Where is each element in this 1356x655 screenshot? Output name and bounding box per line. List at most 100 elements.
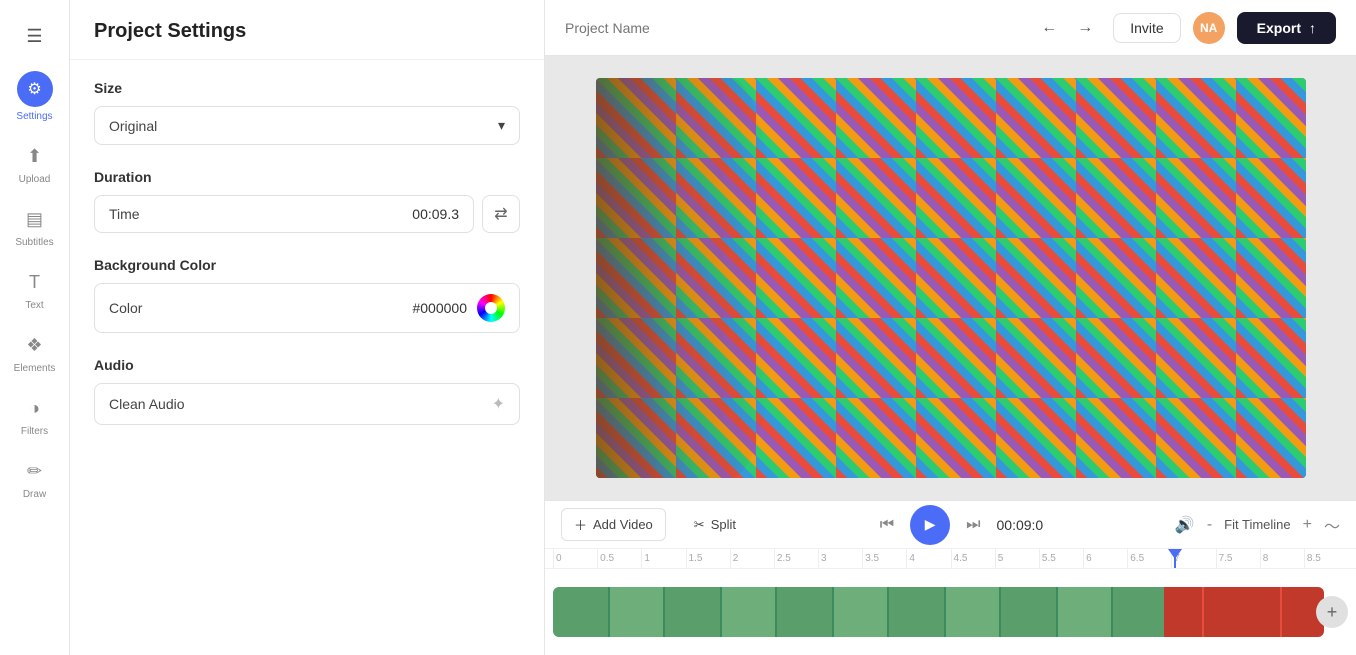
- duration-section: Duration Time 00:09.3 ⇄: [94, 169, 520, 233]
- settings-icon: ⚙: [17, 71, 53, 107]
- ruler-mark-5: 5: [995, 549, 1039, 568]
- background-color-label: Background Color: [94, 257, 520, 273]
- color-picker-inner: [485, 302, 497, 314]
- time-display: 00:09:0: [997, 517, 1044, 533]
- track-thumbnail-alt[interactable]: [1164, 587, 1324, 637]
- skip-forward-button[interactable]: ⏭: [966, 516, 980, 534]
- hamburger-menu[interactable]: ☰: [0, 12, 69, 61]
- audio-label: Audio: [94, 357, 520, 373]
- track-content: [553, 587, 1324, 637]
- track-thumbnail-main[interactable]: [553, 587, 1164, 637]
- waveform-button[interactable]: 〜: [1324, 513, 1340, 537]
- ruler-mark-85: 8.5: [1304, 549, 1348, 568]
- sidebar-item-elements[interactable]: ❖ Elements: [0, 321, 69, 384]
- color-picker-button[interactable]: [477, 294, 505, 322]
- split-button[interactable]: ✂ Split: [682, 511, 748, 539]
- playhead-arrow: [1168, 549, 1182, 559]
- background-color-section: Background Color Color #000000: [94, 257, 520, 333]
- video-preview: [545, 56, 1356, 500]
- ruler-mark-2: 2: [730, 549, 774, 568]
- sidebar-item-label: Filters: [21, 426, 48, 437]
- swap-button[interactable]: ⇄: [482, 195, 520, 233]
- timeline-ruler: 0 0.5 1 1.5 2 2.5 3 3.5 4 4.5 5 5.5 6 6.…: [545, 549, 1356, 569]
- size-dropdown[interactable]: Original ▾: [94, 106, 520, 145]
- ruler-mark-4: 4: [906, 549, 950, 568]
- color-field: Color #000000: [94, 283, 520, 333]
- project-name-input[interactable]: [565, 20, 1017, 36]
- text-icon: T: [21, 268, 49, 296]
- right-controls: 🔊 - Fit Timeline + 〜: [1175, 513, 1340, 537]
- ruler-mark-0: 0: [553, 549, 597, 568]
- playhead: [1174, 549, 1176, 568]
- sidebar-item-upload[interactable]: ⬆ Upload: [0, 132, 69, 195]
- play-button[interactable]: ▶: [910, 505, 950, 545]
- duration-field: Time 00:09.3: [94, 195, 474, 233]
- size-label: Size: [94, 80, 520, 96]
- redo-button[interactable]: →: [1069, 12, 1101, 44]
- ruler-mark-25: 2.5: [774, 549, 818, 568]
- hamburger-button[interactable]: ☰: [18, 22, 50, 51]
- sidebar-item-filters[interactable]: ◑ Filters: [0, 384, 69, 447]
- export-icon: ↑: [1309, 20, 1316, 36]
- avatar: NA: [1193, 12, 1225, 44]
- playback-controls: ⏮ ▶ ⏭ 00:09:0: [764, 505, 1159, 545]
- add-track-button[interactable]: +: [1316, 596, 1348, 628]
- ruler-mark-55: 5.5: [1039, 549, 1083, 568]
- draw-icon: ✏: [21, 457, 49, 485]
- main-area: ← → Invite NA Export ↑ ＋ Add Video ✂: [545, 0, 1356, 655]
- elements-icon: ❖: [21, 331, 49, 359]
- timeline-track: +: [545, 569, 1356, 655]
- sidebar: ☰ ⚙ Settings ⬆ Upload ▤ Subtitles T Text…: [0, 0, 70, 655]
- split-label: Split: [711, 517, 736, 532]
- scissors-icon: ✂: [694, 517, 705, 533]
- timeline-area: ＋ Add Video ✂ Split ⏮ ▶ ⏭ 00:09:0 🔊 - Fi…: [545, 500, 1356, 655]
- subtitles-icon: ▤: [21, 205, 49, 233]
- skip-back-button[interactable]: ⏮: [880, 516, 894, 534]
- sparkle-icon: ✦: [492, 394, 505, 414]
- sidebar-item-settings[interactable]: ⚙ Settings: [0, 61, 69, 132]
- chevron-down-icon: ▾: [498, 117, 505, 134]
- undo-button[interactable]: ←: [1033, 12, 1065, 44]
- ruler-mark-45: 4.5: [951, 549, 995, 568]
- sidebar-item-label: Elements: [14, 363, 56, 374]
- ruler-mark-8: 8: [1260, 549, 1304, 568]
- top-bar-actions: ← → Invite NA Export ↑: [1033, 12, 1336, 44]
- add-video-label: Add Video: [593, 517, 653, 532]
- sidebar-item-label: Settings: [16, 111, 52, 122]
- undo-redo-group: ← →: [1033, 12, 1101, 44]
- color-label: Color: [109, 300, 142, 316]
- filters-icon: ◑: [21, 394, 49, 422]
- settings-panel: Project Settings Size Original ▾ Duratio…: [70, 0, 545, 655]
- zoom-out-button[interactable]: -: [1207, 516, 1212, 534]
- sidebar-item-label: Upload: [19, 174, 51, 185]
- duration-row: Time 00:09.3 ⇄: [94, 195, 520, 233]
- settings-body: Size Original ▾ Duration Time 00:09.3 ⇄ …: [70, 60, 544, 445]
- time-label: Time: [109, 206, 140, 222]
- ruler-mark-15: 1.5: [686, 549, 730, 568]
- upload-icon: ⬆: [21, 142, 49, 170]
- ruler-marks: 0 0.5 1 1.5 2 2.5 3 3.5 4 4.5 5 5.5 6 6.…: [545, 549, 1356, 568]
- fit-timeline-label: Fit Timeline: [1224, 517, 1290, 532]
- timeline-controls: ＋ Add Video ✂ Split ⏮ ▶ ⏭ 00:09:0 🔊 - Fi…: [545, 501, 1356, 549]
- sidebar-item-subtitles[interactable]: ▤ Subtitles: [0, 195, 69, 258]
- sidebar-item-label: Text: [25, 300, 43, 311]
- settings-title: Project Settings: [70, 0, 544, 60]
- invite-button[interactable]: Invite: [1113, 13, 1180, 43]
- sidebar-item-label: Draw: [23, 489, 46, 500]
- ruler-mark-6: 6: [1083, 549, 1127, 568]
- ruler-mark-65: 6.5: [1127, 549, 1171, 568]
- audio-value: Clean Audio: [109, 396, 185, 412]
- export-button[interactable]: Export ↑: [1237, 12, 1336, 44]
- export-label: Export: [1257, 20, 1301, 36]
- sidebar-item-draw[interactable]: ✏ Draw: [0, 447, 69, 510]
- sidebar-item-text[interactable]: T Text: [0, 258, 69, 321]
- audio-section: Audio Clean Audio ✦: [94, 357, 520, 425]
- ruler-mark-1: 1: [641, 549, 685, 568]
- color-hex-value: #000000: [412, 300, 467, 316]
- video-frame: [596, 78, 1306, 478]
- volume-button[interactable]: 🔊: [1175, 515, 1195, 535]
- plus-icon: ＋: [574, 515, 587, 534]
- zoom-in-button[interactable]: +: [1303, 516, 1312, 534]
- add-video-button[interactable]: ＋ Add Video: [561, 508, 666, 541]
- audio-field[interactable]: Clean Audio ✦: [94, 383, 520, 425]
